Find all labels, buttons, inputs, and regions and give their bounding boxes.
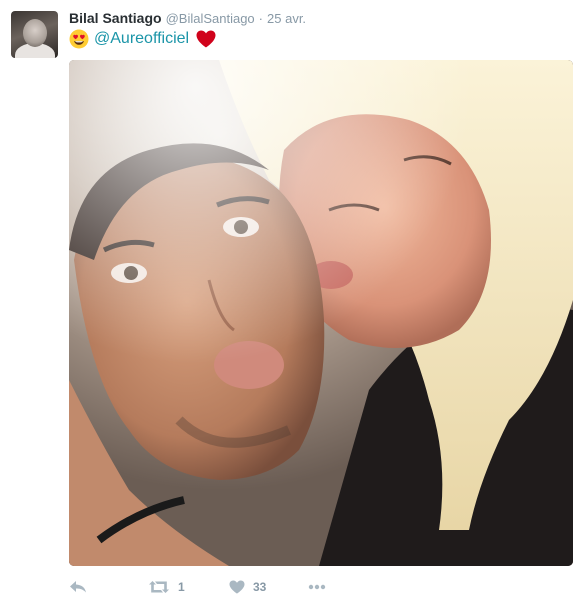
more-button[interactable]: [308, 576, 326, 598]
reply-button[interactable]: [69, 576, 87, 598]
tweet-header: Bilal Santiago @BilalSantiago · 25 avr.: [69, 10, 306, 28]
heart-eyes-emoji-icon: [69, 29, 89, 49]
retweet-count: 1: [178, 580, 185, 594]
header-separator: ·: [258, 11, 264, 26]
like-button[interactable]: 33: [229, 576, 266, 598]
retweet-button[interactable]: 1: [148, 576, 185, 598]
red-heart-emoji-icon: [196, 30, 216, 48]
tweet-text: @Aureofficiel: [69, 28, 216, 50]
author-name[interactable]: Bilal Santiago: [69, 10, 162, 26]
retweet-icon: [148, 580, 170, 594]
author-handle[interactable]: @BilalSantiago: [166, 11, 255, 26]
avatar[interactable]: [11, 11, 58, 58]
more-dots-icon: [308, 584, 326, 590]
avatar-face: [23, 19, 47, 47]
tweet: Bilal Santiago @BilalSantiago · 25 avr. …: [0, 0, 584, 610]
tweet-photo[interactable]: [69, 60, 573, 566]
mention-link[interactable]: @Aureofficiel: [94, 30, 189, 48]
tweet-actions: 1 33: [69, 576, 489, 598]
like-count: 33: [253, 580, 267, 594]
reply-icon: [69, 580, 87, 594]
heart-icon: [229, 580, 245, 594]
tweet-date[interactable]: 25 avr.: [267, 11, 306, 26]
